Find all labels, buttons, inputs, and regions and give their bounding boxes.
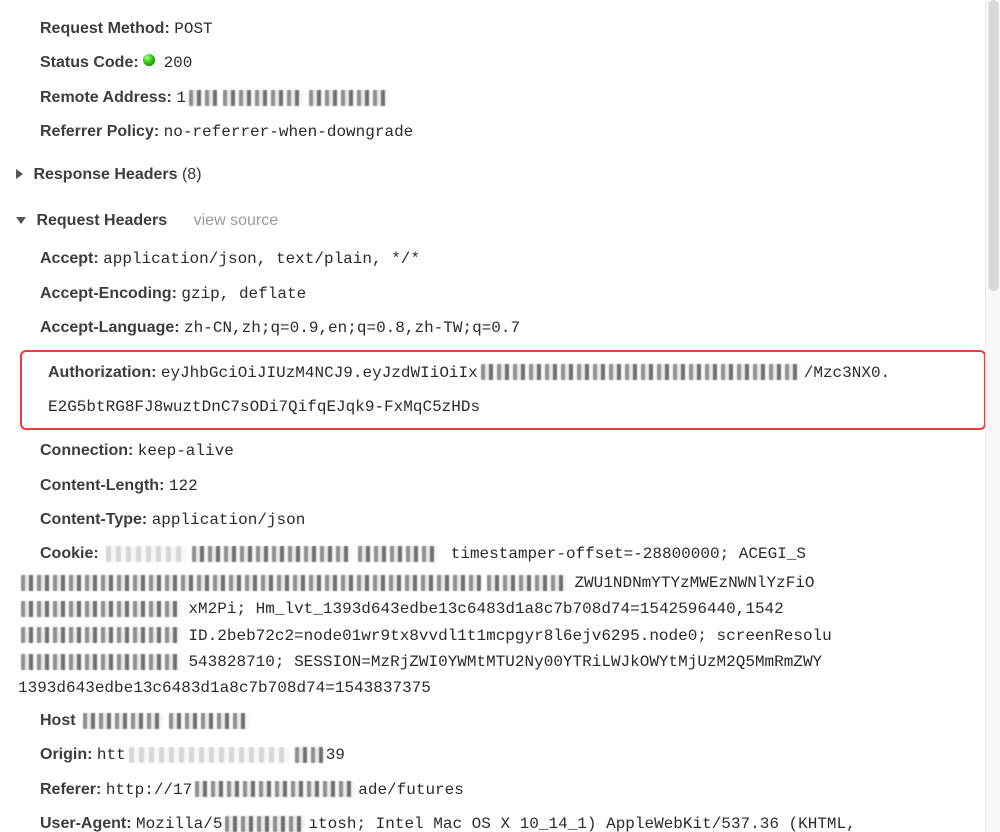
user-agent-label: User-Agent:	[40, 815, 132, 832]
connection-value: keep-alive	[138, 442, 234, 460]
ua-mid: ıtosh; Intel Mac OS X 10_14_1) AppleWebK…	[308, 815, 855, 832]
host-row: Host	[0, 704, 1000, 738]
auth-mid-suffix: /Mzc3NX0.	[804, 364, 890, 382]
cookie-row: Cookie: timestamper-offset=-28800000; AC…	[0, 537, 1000, 571]
response-headers-toggle[interactable]: Response Headers (8)	[0, 150, 1000, 196]
authorization-line2: E2G5btRG8FJ8wuztDnC7sODi7QifqEJqk9-FxMqC…	[48, 398, 480, 416]
cookie-id: ID.2beb72c2=node01wr9tx8vvdl1t1mcpgyr8l6…	[188, 627, 831, 645]
accept-encoding-value: gzip, deflate	[181, 285, 306, 303]
request-method-label: Request Method:	[40, 20, 170, 37]
cookie-line-6: 1393d643edbe13c6483d1a8c7b708d74=1543837…	[0, 673, 1000, 703]
request-method-row: Request Method: POST	[0, 12, 1000, 46]
cookie-label: Cookie:	[40, 545, 99, 562]
authorization-value: eyJhbGciOiJIUzM4NCJ9.eyJzdWIiOiIx/Mzc3NX…	[161, 364, 890, 382]
origin-prefix: htt	[97, 746, 126, 764]
accept-encoding-label: Accept-Encoding:	[40, 285, 177, 302]
origin-row: Origin: htt 39	[0, 738, 1000, 772]
authorization-row-line2: E2G5btRG8FJ8wuztDnC7sODi7QifqEJqk9-FxMqC…	[28, 390, 978, 424]
scrollbar-thumb[interactable]	[988, 0, 998, 291]
referer-row: Referer: http://17 ade/futures	[0, 773, 1000, 807]
accept-language-label: Accept-Language:	[40, 319, 180, 336]
cookie-lpvt: 1393d643edbe13c6483d1a8c7b708d74=1543837…	[18, 679, 431, 697]
authorization-row: Authorization: eyJhbGciOiJIUzM4NCJ9.eyJz…	[28, 356, 978, 390]
referer-prefix: http://17	[106, 781, 192, 799]
referrer-policy-label: Referrer Policy:	[40, 123, 159, 140]
cookie-hm: Hm_lvt_1393d643edbe13c6483d1a8c7b708d74=…	[256, 600, 784, 618]
user-agent-row: User-Agent: Mozilla/5 ıtosh; Intel Mac OS…	[0, 807, 1000, 832]
caret-down-icon	[16, 217, 26, 224]
accept-encoding-row: Accept-Encoding: gzip, deflate	[0, 277, 1000, 311]
cookie-ts: timestamper-offset=-28800000; ACEGI_S	[451, 545, 806, 563]
cookie-value-start: timestamper-offset=-28800000; ACEGI_S	[103, 545, 806, 563]
ua-prefix: Mozilla/5	[136, 815, 222, 832]
status-code-label: Status Code:	[40, 54, 139, 71]
referrer-policy-row: Referrer Policy: no-referrer-when-downgr…	[0, 115, 1000, 149]
origin-label: Origin:	[40, 746, 92, 763]
caret-right-icon	[16, 169, 23, 179]
devtools-headers-panel: Request Method: POST Status Code: 200 Re…	[0, 0, 1000, 832]
remote-address-row: Remote Address: 1	[0, 81, 1000, 115]
referer-label: Referer:	[40, 781, 101, 798]
view-source-link[interactable]: view source	[194, 212, 278, 229]
cookie-zwu: ZWU1NDNmYTYzMWEzNWNlYzFiO	[574, 574, 814, 592]
host-label: Host	[40, 712, 76, 729]
remote-address-value: 1	[176, 89, 392, 107]
status-code-row: Status Code: 200	[0, 46, 1000, 80]
status-dot-icon	[143, 54, 155, 66]
status-code-value: 200	[164, 54, 193, 72]
authorization-highlight: Authorization: eyJhbGciOiJIUzM4NCJ9.eyJz…	[20, 350, 986, 431]
referrer-policy-value: no-referrer-when-downgrade	[164, 123, 414, 141]
remote-address-label: Remote Address:	[40, 89, 172, 106]
content-length-label: Content-Length:	[40, 477, 164, 494]
response-headers-count: (8)	[182, 166, 202, 183]
origin-value: htt 39	[97, 746, 345, 764]
auth-prefix: eyJhbGciOiJIUzM4NCJ9.eyJzdWIiOiIx	[161, 364, 478, 382]
host-value	[80, 712, 252, 730]
remote-address-prefix: 1	[176, 89, 186, 107]
accept-value: application/json, text/plain, */*	[103, 250, 420, 268]
referer-suffix: ade/futures	[358, 781, 464, 799]
content-type-label: Content-Type:	[40, 511, 147, 528]
cookie-sess: 543828710; SESSION=MzRjZWI0YWMtMTU2Ny00Y…	[188, 653, 822, 671]
accept-language-row: Accept-Language: zh-CN,zh;q=0.9,en;q=0.8…	[0, 311, 1000, 345]
request-headers-toggle[interactable]: Request Headers view source	[0, 196, 1000, 242]
connection-label: Connection:	[40, 442, 133, 459]
cookie-xm: xM2Pi;	[188, 600, 255, 618]
accept-language-value: zh-CN,zh;q=0.9,en;q=0.8,zh-TW;q=0.7	[184, 319, 520, 337]
user-agent-value: Mozilla/5 ıtosh; Intel Mac OS X 10_14_1) …	[136, 815, 856, 832]
response-headers-title: Response Headers	[33, 166, 177, 183]
content-length-row: Content-Length: 122	[0, 469, 1000, 503]
content-type-row: Content-Type: application/json	[0, 503, 1000, 537]
authorization-label: Authorization:	[48, 364, 156, 381]
origin-suffix: 39	[326, 746, 345, 764]
referer-value: http://17 ade/futures	[106, 781, 464, 799]
accept-row: Accept: application/json, text/plain, */…	[0, 242, 1000, 276]
content-length-value: 122	[169, 477, 198, 495]
request-method-value: POST	[174, 20, 212, 38]
accept-label: Accept:	[40, 250, 99, 267]
vertical-scrollbar[interactable]	[985, 0, 1000, 832]
content-type-value: application/json	[152, 511, 306, 529]
request-headers-title: Request Headers	[36, 212, 167, 229]
connection-row: Connection: keep-alive	[0, 434, 1000, 468]
